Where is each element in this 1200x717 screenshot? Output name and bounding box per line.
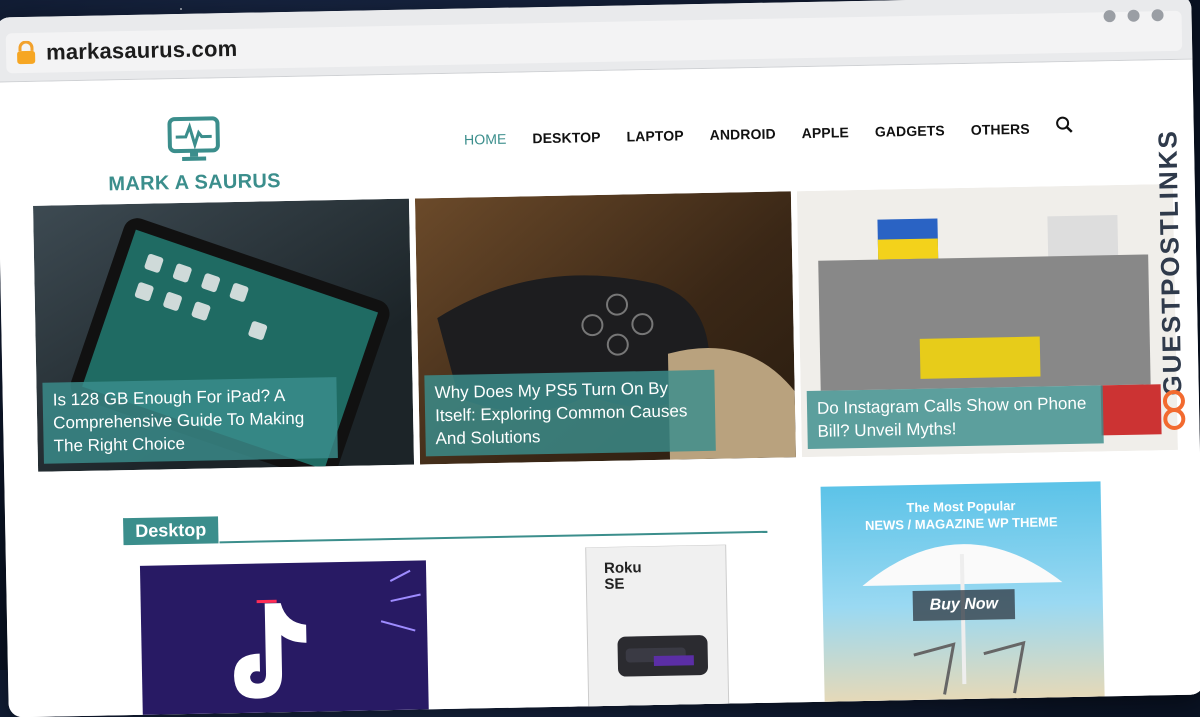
theme-ad-banner[interactable]: The Most Popular NEWS / MAGAZINE WP THEM… xyxy=(820,481,1105,707)
window-controls xyxy=(1103,9,1164,23)
nav-android[interactable]: ANDROID xyxy=(710,125,776,142)
guestpostlinks-watermark: GUESTPOSTLINKS xyxy=(1150,128,1192,430)
watermark-text: GUESTPOSTLINKS xyxy=(1152,128,1188,396)
chain-link-icon xyxy=(1162,389,1186,430)
buy-now-button[interactable]: Buy Now xyxy=(912,589,1016,622)
post-title[interactable]: Do Instagram Calls Show on Phone Bill? U… xyxy=(806,385,1104,450)
window-dot[interactable] xyxy=(1127,9,1140,22)
featured-post-ps5[interactable]: Why Does My PS5 Turn On By Itself: Explo… xyxy=(414,191,796,465)
featured-post-ipad[interactable]: Is 128 GB Enough For iPad? A Comprehensi… xyxy=(33,198,415,472)
product-brand: Roku xyxy=(603,559,642,577)
window-dot[interactable] xyxy=(1151,9,1164,22)
lock-icon xyxy=(6,40,46,66)
monitor-pulse-icon xyxy=(167,116,220,161)
logo-text: MARK A SAURUS xyxy=(108,170,281,196)
post-title[interactable]: Why Does My PS5 Turn On By Itself: Explo… xyxy=(424,369,716,457)
main-nav: HOME DESKTOP LAPTOP ANDROID APPLE GADGET… xyxy=(464,116,1074,151)
site-logo[interactable]: MARK A SAURUS xyxy=(103,113,285,196)
window-dot[interactable] xyxy=(1103,10,1116,23)
url-text: markasaurus.com xyxy=(45,35,238,65)
featured-post-instagram[interactable]: Do Instagram Calls Show on Phone Bill? U… xyxy=(796,183,1178,458)
nav-laptop[interactable]: LAPTOP xyxy=(626,127,683,144)
nav-others[interactable]: OTHERS xyxy=(971,120,1030,137)
section-title[interactable]: Desktop xyxy=(123,516,219,546)
roku-box-image xyxy=(585,544,730,717)
nav-desktop[interactable]: DESKTOP xyxy=(532,128,600,145)
featured-posts: Is 128 GB Enough For iPad? A Comprehensi… xyxy=(33,183,1178,472)
search-icon[interactable] xyxy=(1055,116,1073,139)
section-header: Desktop xyxy=(123,506,768,546)
product-model: SE xyxy=(604,575,625,593)
tiktok-icon xyxy=(234,569,421,699)
browser-window: markasaurus.com MARK A SAURUS HOME DESKT… xyxy=(0,0,1200,717)
tiktok-thumbnail[interactable] xyxy=(139,560,429,717)
roku-thumbnail[interactable]: Roku SE xyxy=(565,544,759,717)
nav-apple[interactable]: APPLE xyxy=(802,124,849,141)
web-page: MARK A SAURUS HOME DESKTOP LAPTOP ANDROI… xyxy=(0,59,1200,717)
post-title[interactable]: Is 128 GB Enough For iPad? A Comprehensi… xyxy=(42,377,338,464)
nav-gadgets[interactable]: GADGETS xyxy=(875,122,945,139)
nav-home[interactable]: HOME xyxy=(464,130,507,147)
section-divider xyxy=(219,530,768,544)
